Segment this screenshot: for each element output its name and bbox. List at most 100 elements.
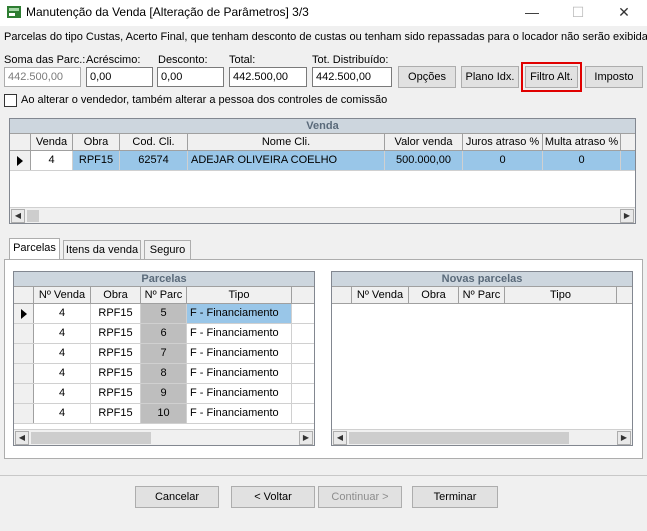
tab-itens-da-venda[interactable]: Itens da venda xyxy=(63,240,141,260)
acrescimo-field[interactable]: 0,00 xyxy=(86,67,153,87)
table-row[interactable]: 4 RPF15 7 F - Financiamento xyxy=(14,344,314,364)
parcelas-col-venda[interactable]: Nº Venda xyxy=(34,287,91,303)
venda-col-juros[interactable]: Juros atraso % xyxy=(463,134,543,150)
table-row[interactable]: 4 RPF15 5 F - Financiamento xyxy=(14,304,314,324)
parcela-venda-cell[interactable]: 4 xyxy=(34,324,91,343)
novas-grid-title: Novas parcelas xyxy=(332,272,632,287)
parcela-obra-cell[interactable]: RPF15 xyxy=(91,324,141,343)
valor-venda-cell[interactable]: 500.000,00 xyxy=(385,151,463,170)
desconto-label: Desconto: xyxy=(158,54,208,66)
parcela-tipo-cell[interactable]: F - Financiamento xyxy=(187,324,292,343)
scroll-right-icon[interactable]: ▶ xyxy=(299,431,313,445)
parcelas-header-indicator xyxy=(14,287,34,303)
novas-col-tipo[interactable]: Tipo xyxy=(505,287,617,303)
parcela-num-cell[interactable]: 5 xyxy=(141,304,187,323)
parcela-row-filler xyxy=(292,404,314,423)
scroll-thumb[interactable] xyxy=(27,210,39,222)
parcela-row-filler xyxy=(292,304,314,323)
parcelas-col-obra[interactable]: Obra xyxy=(91,287,141,303)
parcela-tipo-cell[interactable]: F - Financiamento xyxy=(187,364,292,383)
venda-col-valor-venda[interactable]: Valor venda xyxy=(385,134,463,150)
parcela-venda-cell[interactable]: 4 xyxy=(34,344,91,363)
parcela-row-filler xyxy=(292,384,314,403)
parcela-num-cell[interactable]: 8 xyxy=(141,364,187,383)
row-pointer-icon xyxy=(21,309,27,319)
parcelas-hscrollbar[interactable]: ◀ ▶ xyxy=(14,429,314,445)
scroll-left-icon[interactable]: ◀ xyxy=(15,431,29,445)
parcela-venda-cell[interactable]: 4 xyxy=(34,404,91,423)
table-row[interactable]: 4 RPF15 10 F - Financiamento xyxy=(14,404,314,424)
tab-seguro[interactable]: Seguro xyxy=(144,240,191,260)
parcelas-col-parc[interactable]: Nº Parc xyxy=(141,287,187,303)
parcela-row-filler xyxy=(292,364,314,383)
table-row[interactable]: 4 RPF15 62574 ADEJAR OLIVEIRA COELHO 500… xyxy=(10,151,635,171)
parcela-row-filler xyxy=(292,344,314,363)
opcoes-button[interactable]: Opções xyxy=(398,66,456,88)
scroll-thumb[interactable] xyxy=(349,432,569,444)
parcela-num-cell[interactable]: 10 xyxy=(141,404,187,423)
venda-grid: Venda Venda Obra Cod. Cli. Nome Cli. Val… xyxy=(9,118,636,224)
filtro-alt-button[interactable]: Filtro Alt. xyxy=(521,62,582,92)
venda-hscrollbar[interactable]: ◀ ▶ xyxy=(10,207,635,223)
novas-col-parc[interactable]: Nº Parc xyxy=(459,287,505,303)
venda-cell[interactable]: 4 xyxy=(31,151,73,170)
parcela-obra-cell[interactable]: RPF15 xyxy=(91,364,141,383)
novas-col-venda[interactable]: Nº Venda xyxy=(352,287,409,303)
minimize-button[interactable]: — xyxy=(509,0,555,26)
table-row[interactable]: 4 RPF15 9 F - Financiamento xyxy=(14,384,314,404)
table-row[interactable]: 4 RPF15 6 F - Financiamento xyxy=(14,324,314,344)
parcela-venda-cell[interactable]: 4 xyxy=(34,384,91,403)
close-button[interactable]: ✕ xyxy=(601,0,647,26)
venda-col-multa[interactable]: Multa atraso % xyxy=(543,134,621,150)
venda-header-indicator xyxy=(10,134,31,150)
scroll-left-icon[interactable]: ◀ xyxy=(11,209,25,223)
plano-idx-button[interactable]: Plano Idx. xyxy=(461,66,519,88)
total-field[interactable]: 442.500,00 xyxy=(229,67,307,87)
parcelas-col-tipo[interactable]: Tipo xyxy=(187,287,292,303)
cod-cli-cell[interactable]: 62574 xyxy=(120,151,188,170)
voltar-button[interactable]: < Voltar xyxy=(231,486,315,508)
novas-hscrollbar[interactable]: ◀ ▶ xyxy=(332,429,632,445)
juros-cell[interactable]: 0 xyxy=(463,151,543,170)
parcela-venda-cell[interactable]: 4 xyxy=(34,304,91,323)
parcela-tipo-cell[interactable]: F - Financiamento xyxy=(187,304,292,323)
parcela-tipo-cell[interactable]: F - Financiamento xyxy=(187,384,292,403)
tot-distribuido-field[interactable]: 442.500,00 xyxy=(312,67,392,87)
obra-cell[interactable]: RPF15 xyxy=(73,151,120,170)
parcela-num-cell[interactable]: 6 xyxy=(141,324,187,343)
scroll-right-icon[interactable]: ▶ xyxy=(620,209,634,223)
terminar-button[interactable]: Terminar xyxy=(412,486,498,508)
nome-cli-cell[interactable]: ADEJAR OLIVEIRA COELHO xyxy=(188,151,385,170)
parcela-tipo-cell[interactable]: F - Financiamento xyxy=(187,404,292,423)
novas-col-obra[interactable]: Obra xyxy=(409,287,459,303)
scroll-thumb[interactable] xyxy=(31,432,151,444)
desconto-field[interactable]: 0,00 xyxy=(157,67,224,87)
venda-header-row: Venda Obra Cod. Cli. Nome Cli. Valor ven… xyxy=(10,134,635,151)
imposto-button[interactable]: Imposto xyxy=(585,66,643,88)
scroll-left-icon[interactable]: ◀ xyxy=(333,431,347,445)
venda-col-nome-cli[interactable]: Nome Cli. xyxy=(188,134,385,150)
parcela-tipo-cell[interactable]: F - Financiamento xyxy=(187,344,292,363)
parcela-num-cell[interactable]: 7 xyxy=(141,344,187,363)
parcela-venda-cell[interactable]: 4 xyxy=(34,364,91,383)
parcela-obra-cell[interactable]: RPF15 xyxy=(91,384,141,403)
cancelar-button[interactable]: Cancelar xyxy=(135,486,219,508)
continuar-button[interactable]: Continuar > xyxy=(318,486,402,508)
parcela-obra-cell[interactable]: RPF15 xyxy=(91,304,141,323)
row-indicator xyxy=(14,304,34,323)
parcela-obra-cell[interactable]: RPF15 xyxy=(91,344,141,363)
parcelas-body: 4 RPF15 5 F - Financiamento 4 RPF15 6 F - Finan… xyxy=(14,304,314,424)
scroll-right-icon[interactable]: ▶ xyxy=(617,431,631,445)
venda-col-obra[interactable]: Obra xyxy=(73,134,120,150)
parcela-obra-cell[interactable]: RPF15 xyxy=(91,404,141,423)
venda-col-venda[interactable]: Venda xyxy=(31,134,73,150)
table-row[interactable]: 4 RPF15 8 F - Financiamento xyxy=(14,364,314,384)
maximize-button[interactable]: ☐ xyxy=(555,0,601,26)
parcela-num-cell[interactable]: 9 xyxy=(141,384,187,403)
multa-cell[interactable]: 0 xyxy=(543,151,621,170)
tab-parcelas[interactable]: Parcelas xyxy=(9,238,60,260)
row-indicator xyxy=(14,384,34,403)
soma-field: 442.500,00 xyxy=(4,67,81,87)
alterar-vendedor-checkbox[interactable] xyxy=(4,94,17,107)
venda-col-cod-cli[interactable]: Cod. Cli. xyxy=(120,134,188,150)
